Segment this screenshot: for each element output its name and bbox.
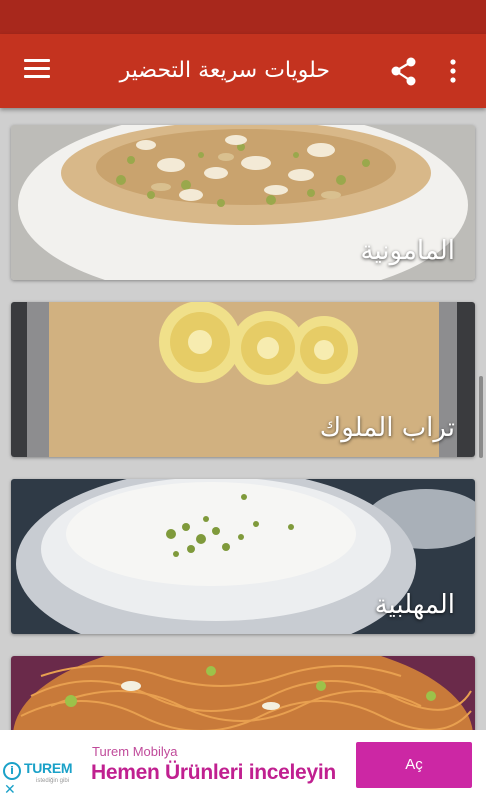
share-button[interactable]	[386, 54, 422, 90]
ad-open-button[interactable]: Aç	[356, 742, 472, 788]
status-bar	[0, 0, 486, 34]
more-vertical-icon	[450, 59, 456, 83]
recipe-title: تراب الملوك	[319, 413, 455, 443]
menu-button[interactable]	[18, 54, 56, 88]
recipe-title: المامونية	[360, 236, 455, 266]
info-icon[interactable]: i	[3, 762, 21, 780]
ad-brand-tagline: istediğin gibi	[36, 778, 70, 784]
hamburger-menu-icon	[18, 59, 56, 78]
close-icon[interactable]: ✕	[4, 782, 16, 798]
recipe-title: المهلبية	[374, 590, 455, 620]
recipe-card[interactable]: تراب الملوك	[11, 302, 475, 457]
recipe-card[interactable]: المامونية	[11, 125, 475, 280]
recipe-card[interactable]: المهلبية	[11, 479, 475, 634]
more-options-button[interactable]	[438, 54, 468, 90]
scrollbar[interactable]	[479, 376, 483, 458]
page-title: حلويات سريعة التحضير	[119, 58, 330, 83]
ad-advertiser: Turem Mobilya	[92, 744, 178, 759]
share-icon	[391, 57, 416, 86]
vermicelli-dessert-photo	[11, 656, 475, 730]
ad-banner[interactable]: i ✕ TUREM istediğin gibi Turem Mobilya H…	[0, 730, 486, 800]
ad-brand-logo: TUREM	[24, 760, 73, 776]
recipe-list[interactable]: المامونية تراب الملوك المهلبية	[0, 108, 486, 730]
recipe-card[interactable]	[11, 656, 475, 730]
app-bar: حلويات سريعة التحضير	[0, 34, 486, 108]
ad-headline[interactable]: Hemen Ürünleri inceleyin	[91, 761, 336, 785]
